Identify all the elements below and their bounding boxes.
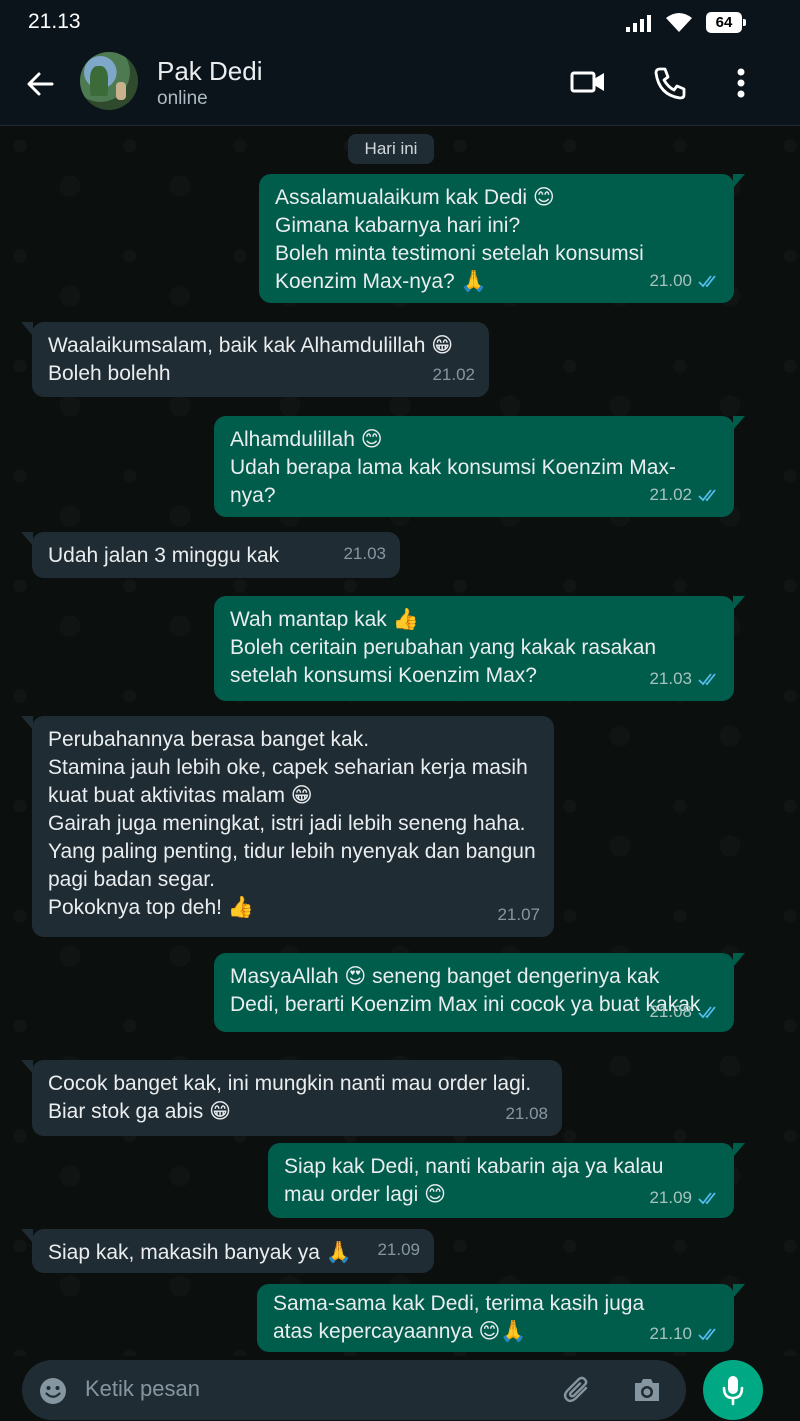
message-outgoing[interactable]: Sama-sama kak Dedi, terima kasih juga at…	[257, 1284, 745, 1352]
chat-area[interactable]: Hari ini Assalamualaikum kak Dedi 😊 Gima…	[0, 126, 800, 1356]
message-incoming[interactable]: Perubahannya berasa banget kak. Stamina …	[21, 716, 554, 937]
status-time: 21.13	[28, 10, 81, 33]
message-time: 21.08	[649, 1002, 692, 1021]
more-vert-icon[interactable]	[736, 68, 746, 98]
emoji-icon[interactable]	[38, 1376, 68, 1406]
message-time: 21.10	[649, 1324, 692, 1343]
date-chip: Hari ini	[348, 134, 434, 164]
message-time: 21.03	[649, 669, 692, 688]
wifi-icon	[666, 12, 692, 32]
message-input-bar[interactable]: Ketik pesan	[22, 1360, 686, 1420]
message-time: 21.02	[649, 485, 692, 504]
message-meta: 21.02	[649, 481, 720, 509]
message-meta: 21.03	[649, 665, 720, 693]
message-incoming[interactable]: Cocok banget kak, ini mungkin nanti mau …	[21, 1060, 562, 1136]
mic-icon	[722, 1376, 744, 1406]
camera-icon[interactable]	[632, 1376, 662, 1404]
message-incoming[interactable]: Siap kak, makasih banyak ya 🙏 21.09	[21, 1229, 434, 1273]
status-bar: 21.13 64	[0, 0, 800, 44]
video-call-icon[interactable]	[570, 68, 606, 96]
message-meta: 21.07	[497, 901, 540, 929]
signal-icon	[626, 14, 651, 32]
message-time: 21.09	[649, 1188, 692, 1207]
message-text: Wah mantap kak 👍 Boleh ceritain perubaha…	[230, 608, 657, 687]
read-ticks-icon	[698, 1192, 716, 1205]
message-outgoing[interactable]: MasyaAllah 😍 seneng banget dengerinya ka…	[214, 953, 745, 1032]
message-incoming[interactable]: Waalaikumsalam, baik kak Alhamdulillah 😁…	[21, 322, 489, 397]
message-text: Siap kak, makasih banyak ya 🙏	[48, 1241, 352, 1264]
message-outgoing[interactable]: Alhamdulillah 😊 Udah berapa lama kak kon…	[214, 416, 745, 517]
message-meta: 21.08	[649, 998, 720, 1026]
message-outgoing[interactable]: Wah mantap kak 👍 Boleh ceritain perubaha…	[214, 596, 745, 701]
contact-name[interactable]: Pak Dedi	[157, 56, 263, 87]
avatar[interactable]	[80, 52, 138, 110]
message-time: 21.03	[343, 544, 386, 563]
paperclip-icon[interactable]	[562, 1375, 592, 1405]
read-ticks-icon	[698, 489, 716, 502]
read-ticks-icon	[698, 1006, 716, 1019]
status-icons: 64	[626, 12, 746, 33]
read-ticks-icon	[698, 673, 716, 686]
message-text: MasyaAllah 😍 seneng banget dengerinya ka…	[230, 965, 701, 1016]
arrow-left-icon[interactable]	[22, 66, 58, 102]
message-meta: 21.09	[649, 1184, 720, 1212]
message-text: Cocok banget kak, ini mungkin nanti mau …	[48, 1072, 532, 1123]
message-outgoing[interactable]: Assalamualaikum kak Dedi 😊 Gimana kabarn…	[259, 174, 745, 303]
message-time: 21.09	[377, 1240, 420, 1259]
message-text: Waalaikumsalam, baik kak Alhamdulillah 😁…	[48, 334, 454, 385]
message-time: 21.07	[497, 905, 540, 924]
message-meta: 21.09	[377, 1236, 420, 1264]
message-meta: 21.10	[649, 1320, 720, 1348]
message-text: Perubahannya berasa banget kak. Stamina …	[48, 728, 536, 919]
message-time: 21.00	[649, 271, 692, 290]
message-text: Udah jalan 3 minggu kak	[48, 544, 280, 567]
message-input[interactable]: Ketik pesan	[85, 1376, 200, 1402]
message-incoming[interactable]: Udah jalan 3 minggu kak 21.03	[21, 532, 400, 578]
contact-status: online	[157, 88, 208, 109]
message-text: Alhamdulillah 😊 Udah berapa lama kak kon…	[230, 428, 676, 507]
message-time: 21.08	[505, 1104, 548, 1123]
message-meta: 21.03	[343, 540, 386, 568]
phone-icon[interactable]	[653, 66, 687, 100]
mic-button[interactable]	[703, 1360, 763, 1420]
message-outgoing[interactable]: Siap kak Dedi, nanti kabarin aja ya kala…	[268, 1143, 745, 1218]
message-meta: 21.00	[649, 267, 720, 295]
read-ticks-icon	[698, 1328, 716, 1341]
message-time: 21.02	[432, 365, 475, 384]
read-ticks-icon	[698, 275, 716, 288]
chat-header: Pak Dedi online	[0, 44, 800, 126]
battery-indicator: 64	[706, 12, 746, 33]
message-meta: 21.08	[505, 1100, 548, 1128]
message-meta: 21.02	[432, 361, 475, 389]
